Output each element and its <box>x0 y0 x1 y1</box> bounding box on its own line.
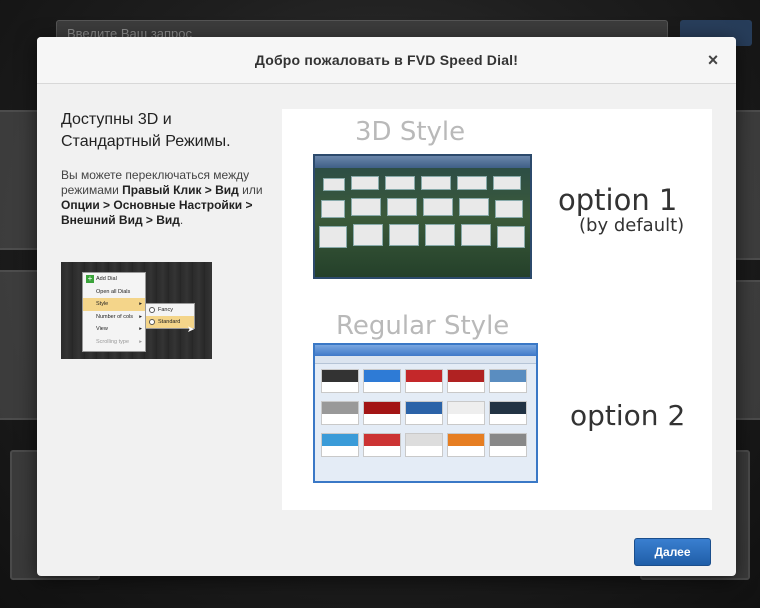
context-menu: + Add Dial Open all Dials Style ▸ Number o… <box>82 272 146 352</box>
submenu-item-label: Fancy <box>158 307 173 313</box>
menu-item-scrolling-type: Scrolling type ▸ <box>83 336 145 349</box>
description-text: или <box>238 183 263 197</box>
thumb <box>493 176 521 190</box>
thumb <box>319 226 347 248</box>
close-button[interactable]: × <box>704 49 722 71</box>
style-regular-label: Regular Style <box>336 311 510 341</box>
thumb <box>363 369 401 393</box>
menu-item-label: Style <box>96 301 109 307</box>
thumb <box>363 433 401 457</box>
thumb <box>351 176 379 190</box>
menu-item-open-all: Open all Dials <box>83 286 145 299</box>
option-2-label: option 2 <box>570 399 686 432</box>
thumb <box>363 401 401 425</box>
thumb <box>387 198 417 216</box>
info-heading: Доступны 3D и Стандартный Режимы. <box>61 111 231 150</box>
style-regular-screenshot <box>313 343 538 483</box>
style-3d-screenshot <box>313 154 532 279</box>
thumb <box>421 176 451 190</box>
thumb <box>447 433 485 457</box>
thumb <box>423 198 453 216</box>
cursor-icon: ➤ <box>187 324 195 334</box>
thumb <box>497 226 525 248</box>
menu-item-style: Style ▸ <box>83 298 145 311</box>
submenu-item-fancy: Fancy <box>146 304 194 316</box>
thumb <box>459 198 489 216</box>
dialog-title: Добро пожаловать в FVD Speed Dial! <box>254 52 519 68</box>
description-path-options: Опции > Основные Настройки > Внешний Вид… <box>61 198 253 227</box>
chevron-right-icon: ▸ <box>139 338 142 345</box>
chevron-right-icon: ▸ <box>139 326 142 332</box>
thumb <box>389 224 419 246</box>
menu-item-label: View <box>96 326 108 332</box>
description-path-right-click: Правый Клик > Вид <box>122 183 239 197</box>
browser-titlebar <box>315 345 536 356</box>
description-text: . <box>179 213 184 227</box>
option-1-label: option 1 <box>558 183 678 217</box>
thumb <box>495 200 523 218</box>
thumb <box>321 369 359 393</box>
welcome-dialog: Добро пожаловать в FVD Speed Dial! × Дос… <box>37 37 736 576</box>
style-preview-panel: 3D Style option 1 (by default) Regular S… <box>282 109 712 510</box>
plus-icon: + <box>86 274 94 283</box>
thumb <box>425 224 455 246</box>
browser-titlebar <box>315 156 530 168</box>
thumb <box>385 176 415 190</box>
chevron-right-icon: ▸ <box>139 301 142 307</box>
option-1-note: (by default) <box>579 215 685 236</box>
submenu-item-label: Standard <box>158 319 181 325</box>
dialog-header: Добро пожаловать в FVD Speed Dial! × <box>37 37 736 84</box>
chevron-right-icon: ▸ <box>139 313 142 320</box>
thumb <box>489 433 527 457</box>
background-tile <box>0 270 42 420</box>
menu-item-view: View ▸ <box>83 323 145 336</box>
thumb <box>321 401 359 425</box>
thumb <box>405 401 443 425</box>
thumb <box>405 433 443 457</box>
menu-item-add-dial: + Add Dial <box>83 273 145 286</box>
thumb <box>405 369 443 393</box>
info-description: Вы можете переключаться между режимами П… <box>61 168 269 228</box>
menu-item-label: Add Dial <box>96 276 117 282</box>
thumb <box>447 369 485 393</box>
radio-icon <box>149 319 155 325</box>
thumb <box>447 401 485 425</box>
info-column: Доступны 3D и Стандартный Режимы. Вы мож… <box>61 109 269 228</box>
thumb <box>321 200 345 218</box>
menu-item-number-of-cols: Number of cols ▸ <box>83 311 145 324</box>
radio-icon <box>149 307 155 313</box>
thumb <box>323 178 345 191</box>
thumb <box>353 224 383 246</box>
context-menu-screenshot: + Add Dial Open all Dials Style ▸ Number o… <box>61 262 212 359</box>
thumb <box>321 433 359 457</box>
next-button[interactable]: Далее <box>634 538 711 566</box>
menu-item-label: Number of cols <box>96 313 133 320</box>
browser-toolbar <box>315 356 536 364</box>
thumb <box>461 224 491 246</box>
thumb <box>489 369 527 393</box>
menu-item-label: Open all Dials <box>96 288 131 295</box>
style-3d-label: 3D Style <box>355 117 466 147</box>
thumb <box>489 401 527 425</box>
thumb <box>351 198 381 216</box>
menu-item-label: Scrolling type <box>96 338 130 345</box>
background-tile <box>0 110 42 250</box>
thumb <box>457 176 487 190</box>
